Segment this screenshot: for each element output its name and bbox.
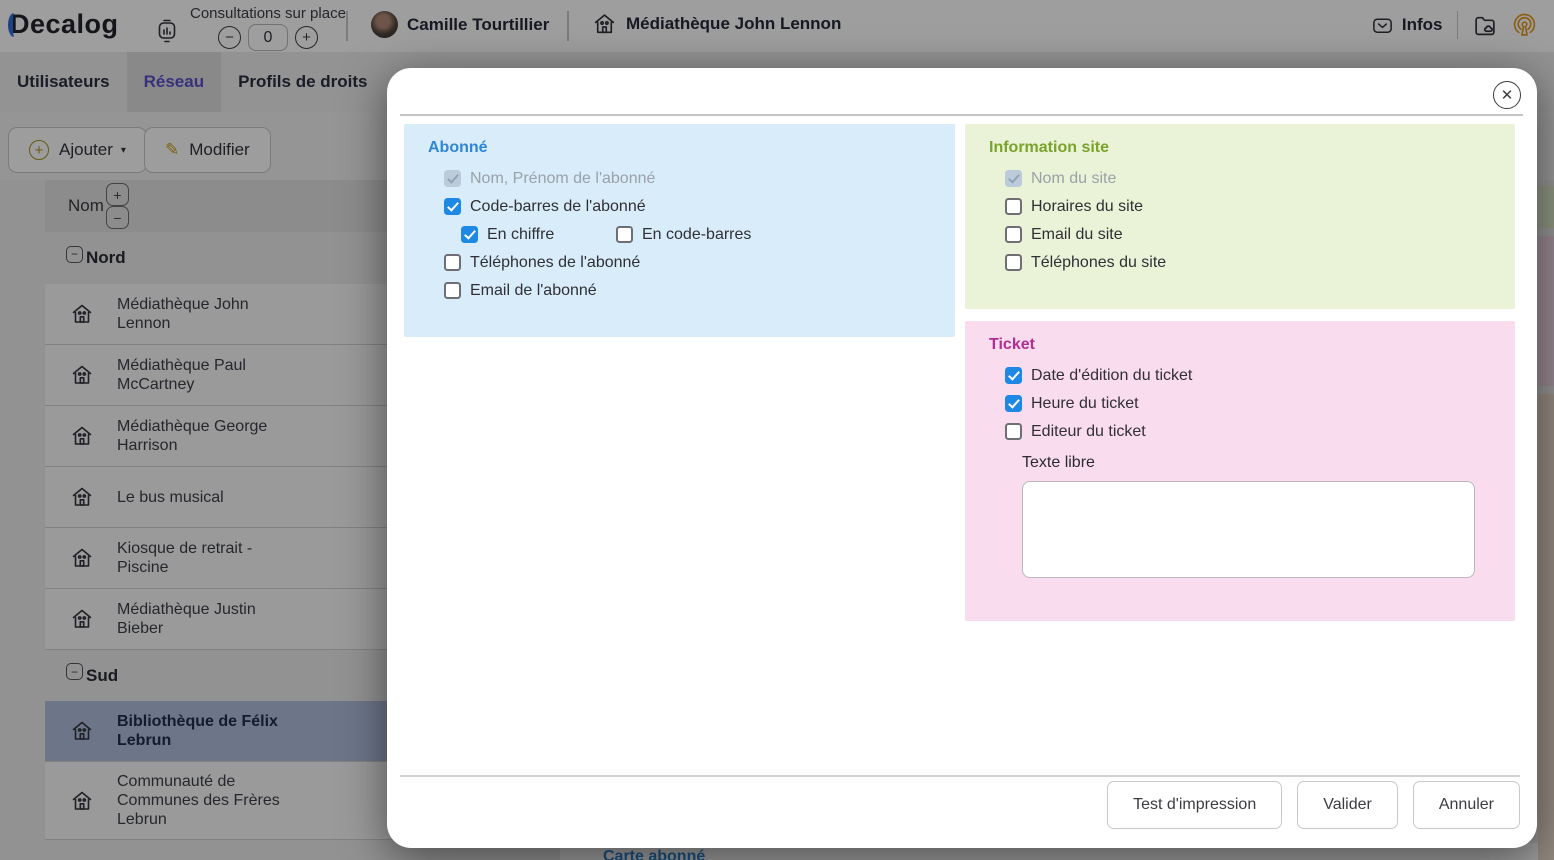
checkbox-en-chiffre[interactable]: En chiffre — [461, 226, 616, 243]
checkbox-nom-du-site: Nom du site — [1005, 170, 1515, 187]
section-title: Abonné — [404, 124, 955, 157]
checkbox-box — [444, 170, 461, 187]
section-ticket: Ticket Date d'édition du ticket Heure du… — [965, 321, 1515, 621]
checkbox-code-barres-abonne[interactable]: Code-barres de l'abonné — [444, 198, 955, 215]
valider-button[interactable]: Valider — [1297, 781, 1398, 829]
modal-footer-divider — [400, 775, 1520, 777]
section-abonne: Abonné Nom, Prénom de l'abonné Code-barr… — [404, 124, 955, 337]
checkbox-telephones-du-site[interactable]: Téléphones du site — [1005, 254, 1515, 271]
checkbox-en-code-barres[interactable]: En code-barres — [616, 226, 751, 243]
checkbox-email-du-site[interactable]: Email du site — [1005, 226, 1515, 243]
checkbox-box[interactable] — [444, 282, 461, 299]
checkbox-horaires-du-site[interactable]: Horaires du site — [1005, 198, 1515, 215]
checkbox-box[interactable] — [1005, 254, 1022, 271]
ticket-print-settings-dialog: ✕ Abonné Nom, Prénom de l'abonné Code-ba… — [387, 68, 1537, 848]
checkbox-heure-du-ticket[interactable]: Heure du ticket — [1005, 395, 1515, 412]
checkbox-telephones-abonne[interactable]: Téléphones de l'abonné — [444, 254, 955, 271]
checkbox-box[interactable] — [444, 198, 461, 215]
checkbox-box[interactable] — [1005, 198, 1022, 215]
checkbox-box[interactable] — [444, 254, 461, 271]
checkbox-box[interactable] — [616, 226, 633, 243]
checkbox-box[interactable] — [1005, 395, 1022, 412]
checkbox-nom-prenom-abonne: Nom, Prénom de l'abonné — [444, 170, 955, 187]
section-title: Ticket — [965, 321, 1515, 354]
checkbox-date-edition-ticket[interactable]: Date d'édition du ticket — [1005, 367, 1515, 384]
checkbox-box[interactable] — [1005, 226, 1022, 243]
modal-footer-buttons: Test d'impression Valider Annuler — [1107, 781, 1520, 829]
section-information-site: Information site Nom du site Horaires du… — [965, 124, 1515, 309]
texte-libre-input[interactable] — [1022, 481, 1475, 578]
modal-header-divider — [400, 114, 1523, 116]
texte-libre-label: Texte libre — [1022, 454, 1515, 472]
checkbox-box — [1005, 170, 1022, 187]
test-impression-button[interactable]: Test d'impression — [1107, 781, 1282, 829]
checkbox-box[interactable] — [1005, 367, 1022, 384]
checkbox-box[interactable] — [461, 226, 478, 243]
checkbox-box[interactable] — [1005, 423, 1022, 440]
checkbox-editeur-du-ticket[interactable]: Editeur du ticket — [1005, 423, 1515, 440]
checkbox-email-abonne[interactable]: Email de l'abonné — [444, 282, 955, 299]
section-title: Information site — [965, 124, 1515, 157]
close-icon[interactable]: ✕ — [1493, 81, 1521, 109]
annuler-button[interactable]: Annuler — [1413, 781, 1520, 829]
